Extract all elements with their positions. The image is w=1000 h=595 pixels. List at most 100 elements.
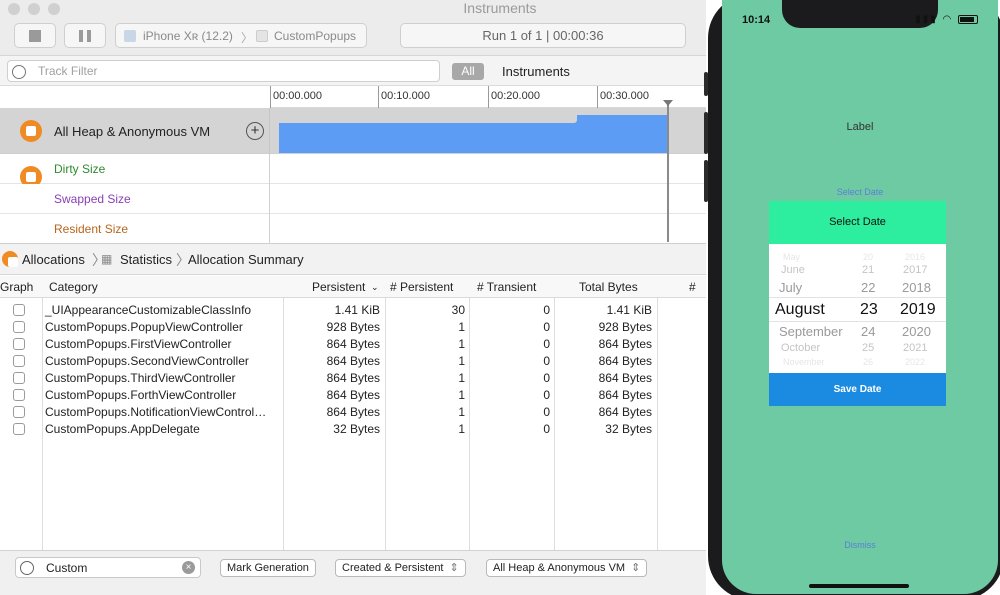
column-n-persistent[interactable]: # Persistent: [390, 280, 453, 294]
table-row[interactable]: _UIAppearanceCustomizableClassInfo 1.41 …: [0, 301, 706, 318]
lifespan-select[interactable]: Created & Persistent ⇕: [335, 559, 466, 577]
track-dirty-size[interactable]: Dirty Size: [0, 154, 706, 188]
row-category: CustomPopups.AppDelegate: [45, 422, 200, 436]
column-n-transient[interactable]: # Transient: [477, 280, 536, 294]
pause-button[interactable]: [64, 23, 106, 48]
picker-day: 21: [862, 264, 875, 276]
row-total-bytes: 864 Bytes: [598, 337, 652, 351]
track-resident-size[interactable]: Resident Size: [0, 214, 706, 244]
app-name: CustomPopups: [274, 29, 357, 43]
row-total-bytes: 1.41 KiB: [606, 303, 652, 317]
table-row[interactable]: CustomPopups.SecondViewController 864 By…: [0, 352, 706, 369]
close-window-button[interactable]: [8, 3, 20, 15]
track-swapped-size[interactable]: Swapped Size: [0, 184, 706, 214]
row-n-persistent: 1: [458, 405, 465, 419]
column-graph[interactable]: Graph: [0, 280, 33, 294]
row-total-bytes: 864 Bytes: [598, 388, 652, 402]
table-row[interactable]: CustomPopups.NotificationViewControl… 86…: [0, 403, 706, 420]
wifi-icon: ◠: [942, 14, 954, 25]
row-n-transient: 0: [543, 371, 550, 385]
picker-month: October: [781, 342, 821, 354]
row-n-transient: 0: [543, 422, 550, 436]
breadcrumb-allocations[interactable]: Allocations: [22, 252, 85, 267]
graph-checkbox[interactable]: [13, 389, 25, 401]
graph-checkbox[interactable]: [13, 423, 25, 435]
popup-title: Select Date: [769, 201, 946, 244]
row-n-persistent: 1: [458, 320, 465, 334]
zoom-window-button[interactable]: [48, 3, 60, 15]
row-persistent: 864 Bytes: [326, 337, 380, 351]
row-n-persistent: 1: [458, 388, 465, 402]
table-row[interactable]: CustomPopups.PopupViewController 928 Byt…: [0, 318, 706, 335]
row-persistent: 864 Bytes: [326, 371, 380, 385]
volume-up-button: [704, 112, 708, 154]
save-date-button[interactable]: Save Date: [769, 373, 946, 406]
graph-checkbox[interactable]: [13, 406, 25, 418]
graph-checkbox[interactable]: [13, 321, 25, 333]
playhead[interactable]: [667, 102, 669, 242]
picker-year: 2016: [905, 252, 926, 262]
stop-button[interactable]: [14, 23, 56, 48]
picker-day: 22: [861, 280, 876, 295]
row-category: CustomPopups.PopupViewController: [45, 320, 243, 334]
picker-month-selected[interactable]: August: [775, 301, 825, 319]
row-n-persistent: 1: [458, 422, 465, 436]
picker-month: May: [783, 252, 801, 262]
table-row[interactable]: CustomPopups.FirstViewController 864 Byt…: [0, 335, 706, 352]
picker-year-selected[interactable]: 2019: [900, 301, 936, 319]
run-info: Run 1 of 1 | 00:00:36: [400, 23, 686, 48]
instruments-button[interactable]: Instruments: [502, 64, 570, 79]
battery-icon: [958, 14, 978, 24]
statistics-icon: ▦: [101, 252, 113, 266]
track-label: Swapped Size: [54, 192, 131, 206]
graph-checkbox[interactable]: [13, 355, 25, 367]
picker-month: June: [781, 264, 805, 276]
add-track-button[interactable]: +: [246, 122, 264, 140]
row-n-persistent: 1: [458, 354, 465, 368]
dismiss-button[interactable]: Dismiss: [722, 540, 998, 550]
picker-day: 26: [863, 357, 874, 367]
all-button[interactable]: All: [452, 63, 484, 80]
minimize-window-button[interactable]: [28, 3, 40, 15]
detail-filter-input[interactable]: Custom ×: [15, 557, 201, 578]
playhead-handle[interactable]: [663, 100, 673, 106]
track-label: Dirty Size: [54, 162, 106, 176]
row-category: CustomPopups.ThirdViewController: [45, 371, 236, 385]
mark-generation-button[interactable]: Mark Generation: [220, 559, 316, 577]
picker-year: 2022: [905, 357, 926, 367]
row-n-transient: 0: [543, 320, 550, 334]
home-indicator[interactable]: [809, 584, 909, 588]
clear-icon[interactable]: ×: [182, 561, 195, 574]
status-icons: ▮▮▮ ◠: [915, 14, 978, 25]
column-persistent[interactable]: Persistent: [312, 280, 365, 294]
row-total-bytes: 864 Bytes: [598, 371, 652, 385]
table-row[interactable]: CustomPopups.ForthViewController 864 Byt…: [0, 386, 706, 403]
allocation-type-select[interactable]: All Heap & Anonymous VM ⇕: [486, 559, 648, 577]
updown-chevron-icon: ⇕: [449, 562, 459, 574]
allocation-table: Graph Category Persistent ⌄ # Persistent…: [0, 276, 706, 550]
label-text: Label: [846, 121, 874, 133]
graph-checkbox[interactable]: [13, 338, 25, 350]
track-filter-input[interactable]: Track Filter: [7, 60, 440, 82]
timeline-ruler[interactable]: 00:00.000 00:10.000 00:20.000 00:30.000: [270, 86, 706, 108]
select-date-link[interactable]: Select Date: [722, 187, 998, 197]
column-total-bytes[interactable]: Total Bytes: [579, 280, 638, 294]
date-picker[interactable]: May June July August September October N…: [769, 244, 946, 373]
window-title: Instruments: [463, 0, 537, 16]
graph-checkbox[interactable]: [13, 304, 25, 316]
allocations-icon: [20, 120, 42, 142]
target-selector[interactable]: iPhone Xʀ (12.2) 〉 CustomPopups: [115, 23, 367, 48]
picker-day-selected[interactable]: 23: [860, 301, 878, 319]
breadcrumb-statistics[interactable]: Statistics: [120, 252, 172, 267]
breadcrumb-allocation-summary[interactable]: Allocation Summary: [188, 252, 304, 267]
row-persistent: 928 Bytes: [326, 320, 380, 334]
status-time: 10:14: [742, 14, 771, 26]
table-row[interactable]: CustomPopups.AppDelegate 32 Bytes 1 0 32…: [0, 420, 706, 437]
table-row[interactable]: CustomPopups.ThirdViewController 864 Byt…: [0, 369, 706, 386]
mute-switch: [704, 72, 708, 96]
graph-checkbox[interactable]: [13, 372, 25, 384]
timeline-tick: 00:30.000: [600, 90, 649, 102]
column-category[interactable]: Category: [49, 280, 98, 294]
row-n-transient: 0: [543, 388, 550, 402]
column-more[interactable]: #: [689, 280, 696, 294]
